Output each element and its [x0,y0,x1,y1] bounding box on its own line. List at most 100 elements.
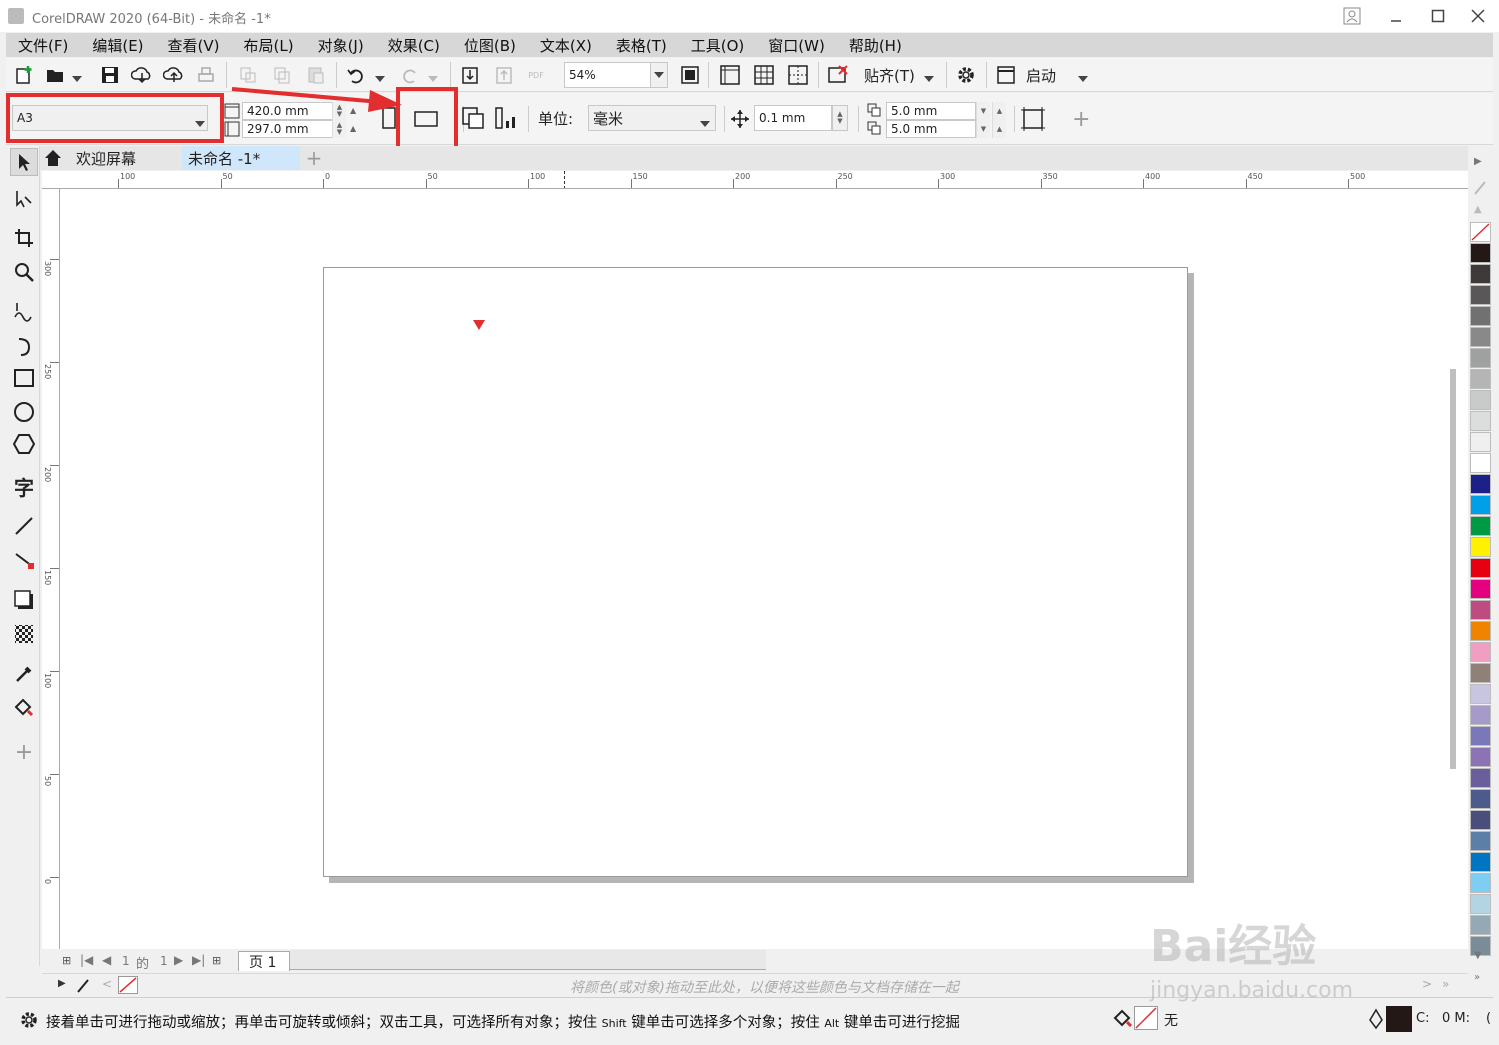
units-select[interactable]: 毫米 [588,105,716,131]
docpal-expand-icon[interactable]: ▶ [58,978,66,989]
add-tool-plus-icon[interactable]: + [10,738,38,766]
open-folder-icon[interactable] [44,63,68,87]
menu-text[interactable]: 文本(X) [528,35,604,56]
print-icon[interactable] [194,63,218,87]
color-swatch[interactable] [1470,831,1491,851]
zoom-tool-icon[interactable] [10,258,38,286]
nudge-distance-field[interactable]: 0.1 mm [754,105,832,131]
page-height-spinner[interactable]: ▲ ▼ [332,120,346,138]
color-swatch[interactable] [1470,810,1491,830]
redo-dropdown-icon[interactable] [428,71,438,86]
close-button[interactable] [1458,4,1498,28]
home-icon[interactable] [44,149,62,171]
menu-table[interactable]: 表格(T) [604,35,679,56]
docpal-scroll-right-icon[interactable]: > [1422,977,1432,991]
menu-effects[interactable]: 效果(C) [376,35,452,56]
color-swatch[interactable] [1470,663,1491,683]
palette-scroll-up-icon[interactable]: ▲ [1474,204,1482,215]
outline-pen-icon[interactable] [1368,1008,1384,1034]
outline-color-swatch[interactable] [1386,1006,1412,1032]
publish-pdf-icon[interactable]: PDF [524,63,548,87]
color-swatch[interactable] [1470,768,1491,788]
tab-welcome-screen[interactable]: 欢迎屏幕 [68,146,182,170]
menu-object[interactable]: 对象(J) [306,35,376,56]
color-swatch[interactable] [1470,537,1491,557]
color-swatch[interactable] [1470,474,1491,494]
vertical-ruler[interactable]: 300 250 200 150 100 50 0 [42,189,60,949]
color-swatch[interactable] [1470,348,1491,368]
crop-tool-icon[interactable] [10,224,38,252]
launch-dropdown-icon[interactable] [1078,71,1088,86]
color-swatch[interactable] [1470,789,1491,809]
vertical-scrollbar[interactable] [1450,369,1456,769]
menu-window[interactable]: 窗口(W) [756,35,837,56]
duplicate-x-spinner[interactable]: ▼ [976,102,990,120]
color-swatch[interactable] [1470,894,1491,914]
menu-bitmaps[interactable]: 位图(B) [452,35,528,56]
color-swatch[interactable] [1470,621,1491,641]
new-document-icon[interactable] [12,63,36,87]
launch-label[interactable]: 启动 [1026,65,1056,86]
show-grid-icon[interactable] [752,63,776,87]
color-swatch[interactable] [1470,579,1491,599]
color-swatch[interactable] [1470,915,1491,935]
previous-page-icon[interactable]: ◀ [102,953,111,967]
page-border-icon[interactable] [1020,106,1046,136]
next-page-icon[interactable]: ▶ [174,953,183,967]
color-swatch[interactable] [1470,558,1491,578]
page-size-dropdown-icon[interactable] [195,116,205,131]
no-color-swatch[interactable] [1470,222,1491,242]
color-swatch[interactable] [1470,726,1491,746]
duplicate-y-spinner[interactable]: ▼ [976,120,990,138]
dimension-tool-icon[interactable] [10,512,38,540]
import-icon[interactable] [458,63,482,87]
color-swatch[interactable] [1470,495,1491,515]
color-swatch[interactable] [1470,453,1491,473]
nudge-distance-spinner[interactable]: ▲ ▼ [832,105,848,131]
open-dropdown-icon[interactable] [72,71,82,86]
color-swatch[interactable] [1470,390,1491,410]
status-gear-icon[interactable] [18,1009,40,1035]
first-page-icon[interactable]: |◀ [80,953,93,967]
shape-tool-icon[interactable] [10,184,38,212]
duplicate-y-field[interactable]: 5.0 mm [886,120,976,138]
color-swatch[interactable] [1470,243,1491,263]
drop-shadow-tool-icon[interactable] [10,586,38,614]
color-swatch[interactable] [1470,873,1491,893]
launch-app-icon[interactable] [994,63,1018,87]
menu-edit[interactable]: 编辑(E) [80,35,155,56]
snap-dropdown-icon[interactable] [924,71,934,86]
color-swatch[interactable] [1470,264,1491,284]
snap-off-icon[interactable] [826,63,850,87]
color-swatch[interactable] [1470,432,1491,452]
menu-help[interactable]: 帮助(H) [837,35,914,56]
color-swatch[interactable] [1470,600,1491,620]
color-swatch[interactable] [1470,516,1491,536]
color-swatch[interactable] [1470,852,1491,872]
color-swatch[interactable] [1470,684,1491,704]
page-height-field[interactable]: 297.0 mm [242,120,334,138]
insert-page-before-icon[interactable]: ⊞ [62,954,71,967]
menu-layout[interactable]: 布局(L) [232,35,306,56]
add-item-plus-icon[interactable]: + [1072,107,1090,132]
interactive-fill-tool-icon[interactable] [10,694,38,722]
page-size-select[interactable]: A3 [12,105,208,131]
page-tab[interactable]: 页 1 [238,951,290,971]
cloud-upload-icon[interactable] [162,63,186,87]
units-dropdown-icon[interactable] [700,116,710,131]
duplicate-y-up[interactable]: ▲ [992,120,1006,138]
minimize-button[interactable] [1376,4,1416,28]
palette-expand-icon[interactable]: ▶ [1474,156,1482,167]
all-pages-icon[interactable] [460,105,486,135]
rectangle-tool-icon[interactable] [10,364,38,392]
zoom-dropdown-icon[interactable] [650,62,668,88]
polygon-tool-icon[interactable] [10,430,38,458]
landscape-orientation-icon[interactable] [414,111,438,131]
show-guidelines-icon[interactable] [786,63,810,87]
menu-file[interactable]: 文件(F) [6,35,80,56]
menu-view[interactable]: 查看(V) [156,35,232,56]
docpal-more-icon[interactable]: » [1442,977,1449,991]
drawing-canvas[interactable] [60,189,1468,963]
full-screen-icon[interactable] [678,63,702,87]
color-swatch[interactable] [1470,285,1491,305]
